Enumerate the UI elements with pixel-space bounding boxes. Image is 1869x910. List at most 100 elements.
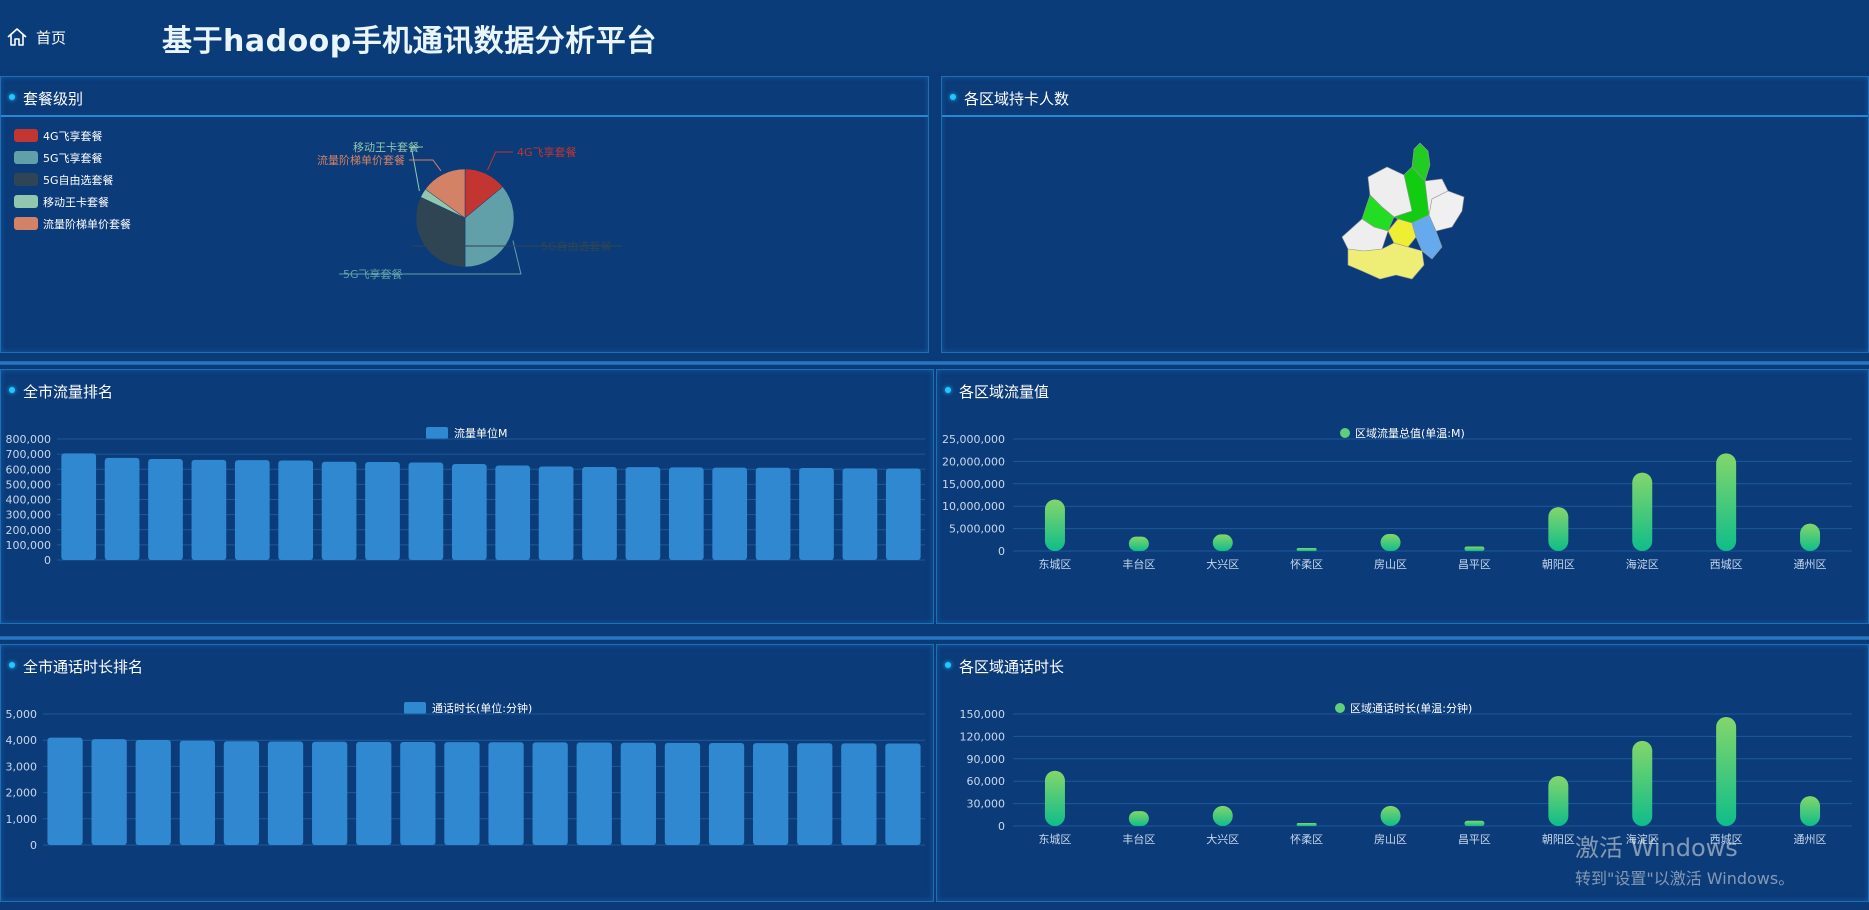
legend-swatch[interactable] (1340, 428, 1350, 438)
legend-label[interactable]: 5G飞享套餐 (43, 151, 103, 165)
bar[interactable] (191, 459, 227, 560)
bar[interactable] (1044, 770, 1065, 826)
map-districts (1341, 142, 1465, 280)
bar[interactable] (620, 742, 656, 845)
bar[interactable] (1548, 507, 1569, 551)
legend-label[interactable]: 流量阶梯单价套餐 (43, 217, 131, 231)
panel-title: 全市通话时长排名 (23, 658, 144, 676)
legend-swatch[interactable] (404, 702, 426, 714)
bar[interactable] (1212, 534, 1233, 551)
legend-swatch[interactable] (14, 129, 38, 142)
bar[interactable] (1128, 811, 1149, 826)
bar[interactable] (179, 740, 215, 845)
bullet-icon (945, 387, 951, 393)
bar[interactable] (664, 742, 701, 845)
watermark-line1: 激活 Windows (1575, 834, 1738, 862)
bar[interactable] (885, 468, 921, 560)
panel-title: 各区域通话时长 (959, 658, 1065, 676)
bar[interactable] (495, 465, 531, 560)
bar[interactable] (488, 742, 524, 845)
x-tick-label: 大兴区 (1206, 557, 1239, 571)
bar[interactable] (1800, 523, 1821, 551)
region-cards-panel: 各区域持卡人数 (941, 76, 1869, 353)
beijing-district-map[interactable] (942, 119, 1869, 354)
bar[interactable] (148, 458, 183, 560)
bar[interactable] (797, 743, 833, 845)
bar[interactable] (1800, 796, 1821, 826)
bar[interactable] (1632, 472, 1653, 551)
bar[interactable] (1464, 546, 1485, 551)
bar[interactable] (61, 453, 97, 560)
bar[interactable] (885, 743, 921, 845)
legend-label[interactable]: 5G自由选套餐 (43, 173, 114, 187)
bar[interactable] (1380, 533, 1401, 551)
bar[interactable] (135, 739, 171, 845)
bar[interactable] (312, 741, 348, 845)
bar[interactable] (1380, 805, 1401, 826)
legend-swatch[interactable] (14, 217, 38, 230)
legend-swatch[interactable] (14, 151, 38, 164)
legend-swatch[interactable] (1335, 703, 1345, 713)
bar[interactable] (321, 461, 357, 560)
bar[interactable] (532, 742, 568, 845)
bar[interactable] (91, 739, 127, 845)
y-tick-label: 300,000 (6, 509, 52, 522)
bar[interactable] (451, 463, 487, 560)
pie-label: 移动王卡套餐 (353, 140, 419, 154)
y-tick-label: 25,000,000 (942, 433, 1005, 446)
bar[interactable] (753, 743, 789, 845)
bar[interactable] (234, 460, 270, 560)
bar[interactable] (400, 742, 436, 845)
x-tick-label: 房山区 (1374, 558, 1407, 571)
bar[interactable] (267, 741, 304, 845)
legend-label[interactable]: 通话时长(单位:分钟) (432, 701, 532, 715)
y-tick-label: 120,000 (960, 730, 1006, 743)
bar[interactable] (755, 467, 791, 560)
bar[interactable] (1212, 805, 1233, 826)
bar[interactable] (1044, 499, 1065, 551)
divider (0, 636, 1869, 640)
bar[interactable] (356, 741, 392, 845)
legend-label[interactable]: 区域流量总值(单温:M) (1355, 426, 1465, 440)
bar[interactable] (1632, 740, 1653, 826)
legend-label[interactable]: 流量单位M (454, 426, 508, 440)
legend-label[interactable]: 区域通话时长(单温:分钟) (1350, 701, 1472, 715)
bar[interactable] (365, 461, 400, 560)
bar[interactable] (712, 467, 748, 560)
bar[interactable] (1716, 716, 1737, 826)
bar[interactable] (582, 466, 617, 560)
bar[interactable] (444, 742, 480, 845)
x-tick-label: 怀柔区 (1290, 558, 1323, 571)
bar[interactable] (47, 737, 83, 845)
bar[interactable] (708, 742, 745, 845)
bar[interactable] (799, 468, 834, 560)
bar[interactable] (538, 466, 574, 560)
legend-swatch[interactable] (14, 173, 38, 186)
legend-label[interactable]: 移动王卡套餐 (43, 195, 109, 209)
bar[interactable] (408, 462, 444, 560)
bar[interactable] (1464, 820, 1485, 826)
x-tick-label: 房山区 (1374, 833, 1407, 846)
bar[interactable] (278, 460, 314, 560)
bar[interactable] (1296, 548, 1317, 551)
bar[interactable] (668, 467, 704, 560)
bar[interactable] (1296, 823, 1317, 826)
y-tick-label: 0 (998, 820, 1005, 833)
bar[interactable] (1548, 775, 1569, 826)
legend-swatch[interactable] (14, 195, 38, 208)
bar[interactable] (625, 467, 661, 560)
y-tick-label: 0 (44, 554, 51, 567)
y-tick-label: 700,000 (6, 448, 52, 461)
home-link[interactable]: 首页 (6, 26, 66, 48)
bar[interactable] (841, 743, 877, 845)
bar[interactable] (576, 742, 612, 845)
bar[interactable] (104, 457, 140, 560)
legend-label[interactable]: 4G飞享套餐 (43, 129, 103, 143)
bar[interactable] (842, 468, 878, 560)
x-tick-label: 西城区 (1710, 558, 1743, 571)
bar[interactable] (1716, 453, 1737, 551)
bar[interactable] (1128, 536, 1149, 551)
legend-swatch[interactable] (426, 427, 448, 439)
bar[interactable] (223, 741, 260, 845)
city-traffic-panel: 全市流量排名 流量单位M 800,000 700,000 600,000 500,000… (0, 369, 934, 624)
